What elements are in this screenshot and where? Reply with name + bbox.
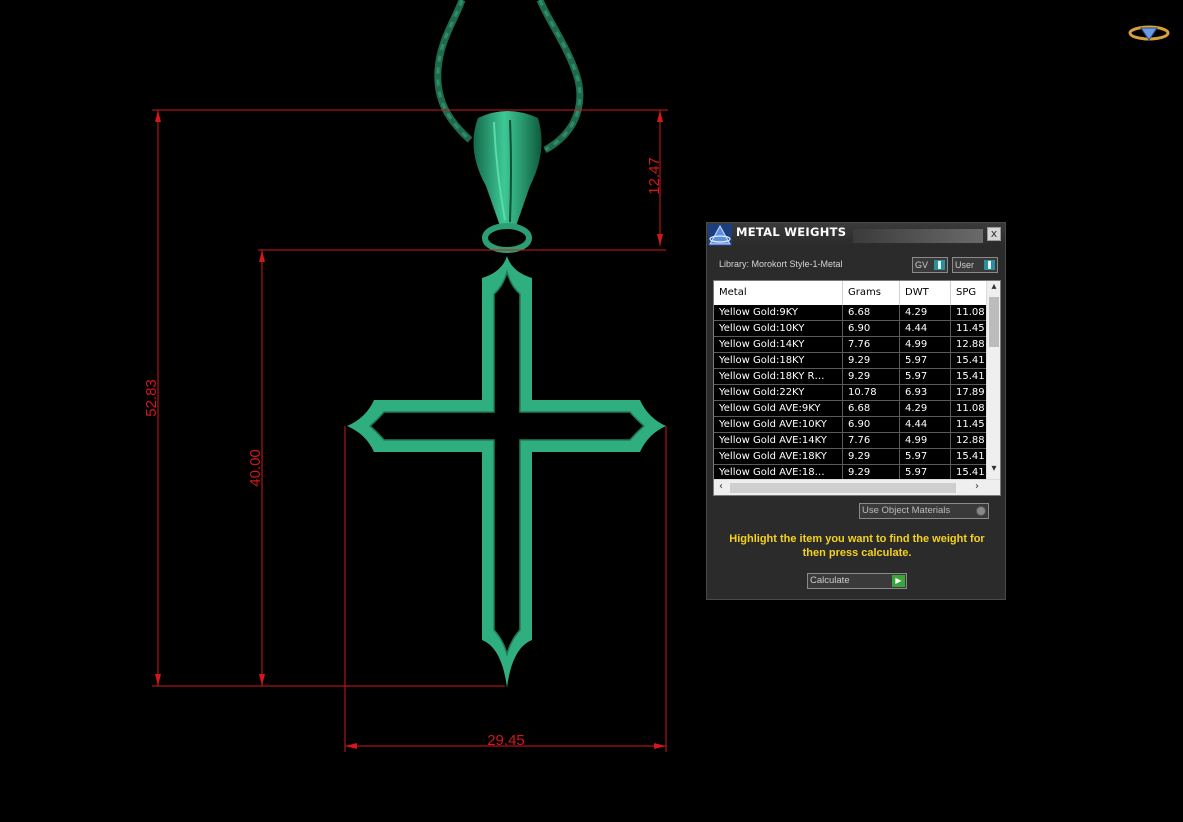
dimension-arrows [155,110,666,749]
table-row[interactable]: Yellow Gold AVE:9KY 6.68 4.29 11.08 [714,401,986,417]
cell-spg: 11.45 [956,419,985,430]
cell-dwt: 5.97 [900,369,951,384]
cell-dwt: 4.29 [900,305,951,320]
cell-grams: 6.90 [843,417,900,432]
metal-table: Metal Grams DWT SPG Yellow Gold:9KY 6.68 4… [713,280,1001,496]
cell-metal: Yellow Gold:10KY [714,321,843,336]
instruction-text: Highlight the item you want to find the … [729,533,985,559]
use-object-materials-toggle[interactable]: Use Object Materials [859,503,989,519]
vertical-scroll-thumb[interactable] [989,297,999,347]
cell-dwt: 4.29 [900,401,951,416]
radio-icon [976,506,986,516]
cell-metal: Yellow Gold:18KY [714,353,843,368]
dim-cross-height: 40.00 [247,449,264,487]
table-row[interactable]: Yellow Gold:10KY 6.90 4.44 11.45 [714,321,986,337]
cell-grams: 9.29 [843,369,900,384]
cell-grams: 6.68 [843,305,900,320]
toggle-switch-icon: ❚ [984,260,995,270]
cell-metal: Yellow Gold AVE:9KY [714,401,843,416]
calculate-label: Calculate [810,575,850,586]
cell-spg: 11.08 [956,403,985,414]
scroll-down-icon[interactable]: ▾ [987,463,1000,474]
cell-grams: 6.68 [843,401,900,416]
cell-spg: 11.08 [956,307,985,318]
cell-metal: Yellow Gold AVE:14KY [714,433,843,448]
cell-metal: Yellow Gold:18KY R… [714,369,843,384]
cell-spg: 11.45 [956,323,985,334]
cell-grams: 6.90 [843,321,900,336]
cell-grams: 9.29 [843,449,900,464]
column-header-grams[interactable]: Grams [843,281,900,305]
cell-metal: Yellow Gold:22KY [714,385,843,400]
cell-dwt: 4.44 [900,321,951,336]
dim-width: 29.45 [487,732,525,749]
cell-metal: Yellow Gold AVE:18KY [714,449,843,464]
table-body: Yellow Gold:9KY 6.68 4.29 11.08 Yellow Gold:… [714,305,986,481]
column-header-metal[interactable]: Metal [714,281,843,305]
cell-spg: 15.41 [956,371,985,382]
cross-pendant [347,256,666,688]
cell-dwt: 4.99 [900,433,951,448]
cell-dwt: 5.97 [900,449,951,464]
cell-grams: 9.29 [843,353,900,368]
cell-dwt: 5.97 [900,353,951,368]
table-row[interactable]: Yellow Gold AVE:18KY 9.29 5.97 15.41 [714,449,986,465]
scroll-left-icon[interactable]: ‹ [714,481,728,492]
table-row[interactable]: Yellow Gold:9KY 6.68 4.29 11.08 [714,305,986,321]
pendant-bail [473,111,542,253]
table-row[interactable]: Yellow Gold AVE:14KY 7.76 4.99 12.88 [714,433,986,449]
gv-toggle-label: GV [915,260,929,270]
cell-spg: 12.88 [956,435,985,446]
dim-bail-height: 12.47 [646,157,663,195]
cell-spg: 15.41 [956,355,985,366]
cell-grams: 9.29 [843,465,900,480]
table-header: Metal Grams DWT SPG [714,281,986,306]
cell-grams: 10.78 [843,385,900,400]
user-toggle[interactable]: User ❚ [952,257,998,273]
panel-title: METAL WEIGHTS [736,225,847,239]
cell-metal: Yellow Gold AVE:10KY [714,417,843,432]
column-header-dwt[interactable]: DWT [900,281,951,305]
user-toggle-label: User [955,260,975,270]
dimension-lines [152,109,668,752]
metal-weights-panel: METAL WEIGHTS x Library: Morokort Style-… [706,222,1006,600]
cell-spg: 12.88 [956,339,985,350]
table-row[interactable]: Yellow Gold AVE:10KY 6.90 4.44 11.45 [714,417,986,433]
column-header-spg[interactable]: SPG [951,281,986,305]
cell-dwt: 4.99 [900,337,951,352]
title-stripe [853,229,983,243]
rhino-logo-icon [708,224,732,246]
table-row[interactable]: Yellow Gold:14KY 7.76 4.99 12.88 [714,337,986,353]
panel-titlebar[interactable]: METAL WEIGHTS x [707,223,1005,247]
calculate-button[interactable]: Calculate ▶ [807,573,907,589]
cell-metal: Yellow Gold:9KY [714,305,843,320]
vertical-scrollbar[interactable]: ▴ ▾ [986,281,1000,479]
cell-metal: Yellow Gold:14KY [714,337,843,352]
play-arrow-icon: ▶ [892,575,905,587]
horizontal-scroll-thumb[interactable] [730,483,956,493]
table-row[interactable]: Yellow Gold:18KY R… 9.29 5.97 15.41 [714,369,986,385]
horizontal-scrollbar[interactable]: ‹ › [714,479,1000,495]
cell-grams: 7.76 [843,337,900,352]
library-label: Library: Morokort Style-1-Metal [719,259,843,269]
cell-dwt: 4.44 [900,417,951,432]
cell-spg: 15.41 [956,467,985,478]
close-button[interactable]: x [987,227,1001,241]
gv-toggle[interactable]: GV ❚ [912,257,948,273]
cell-grams: 7.76 [843,433,900,448]
toggle-switch-icon: ❚ [934,260,945,270]
use-object-materials-label: Use Object Materials [862,505,951,516]
brand-logo-icon [1128,25,1170,41]
dim-overall-height: 52.83 [143,379,160,417]
scroll-up-icon[interactable]: ▴ [987,281,1000,292]
cell-spg: 15.41 [956,451,985,462]
cell-metal: Yellow Gold AVE:18… [714,465,843,480]
cell-dwt: 6.93 [900,385,951,400]
cell-dwt: 5.97 [900,465,951,480]
table-row[interactable]: Yellow Gold:18KY 9.29 5.97 15.41 [714,353,986,369]
scroll-right-icon[interactable]: › [970,481,984,492]
table-row[interactable]: Yellow Gold:22KY 10.78 6.93 17.89 [714,385,986,401]
cell-spg: 17.89 [956,387,985,398]
